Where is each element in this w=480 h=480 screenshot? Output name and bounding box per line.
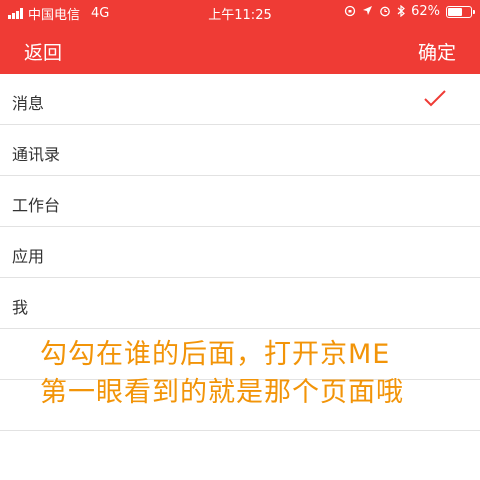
check-icon (424, 90, 446, 107)
list-item-label: 消息 (12, 94, 45, 113)
battery-fill (448, 7, 462, 16)
location-icon (362, 5, 373, 18)
rotation-lock-icon (344, 5, 356, 19)
back-button[interactable]: 返回 (24, 38, 62, 65)
list-item[interactable]: 工作台 (0, 176, 480, 227)
alarm-icon (379, 5, 391, 19)
list-item[interactable]: 我 (0, 278, 480, 329)
app-header: 中国电信 4G 上午11:25 62% 返回 确定 (0, 0, 480, 74)
overlay-line-1: 勾勾在谁的后面，打开京ME (40, 339, 391, 370)
list-item[interactable]: 应用 (0, 227, 480, 278)
overlay-line-2: 第一眼看到的就是那个页面哦 (40, 377, 404, 408)
status-bar: 中国电信 4G 上午11:25 62% (0, 0, 480, 24)
list-item-label: 我 (12, 298, 29, 317)
bluetooth-icon (397, 4, 406, 19)
list-item-label: 应用 (12, 247, 45, 266)
battery-percent: 62% (411, 4, 440, 19)
battery-icon (446, 5, 475, 18)
list-item[interactable]: 通讯录 (0, 125, 480, 176)
status-right: 62% (344, 4, 475, 19)
overlay-caption: 勾勾在谁的后面，打开京ME 第一眼看到的就是那个页面哦 (40, 336, 480, 412)
confirm-button[interactable]: 确定 (418, 38, 456, 65)
list-item-label: 工作台 (12, 196, 61, 215)
list-item-label: 通讯录 (12, 145, 61, 164)
list-item[interactable]: 消息 (0, 74, 480, 125)
